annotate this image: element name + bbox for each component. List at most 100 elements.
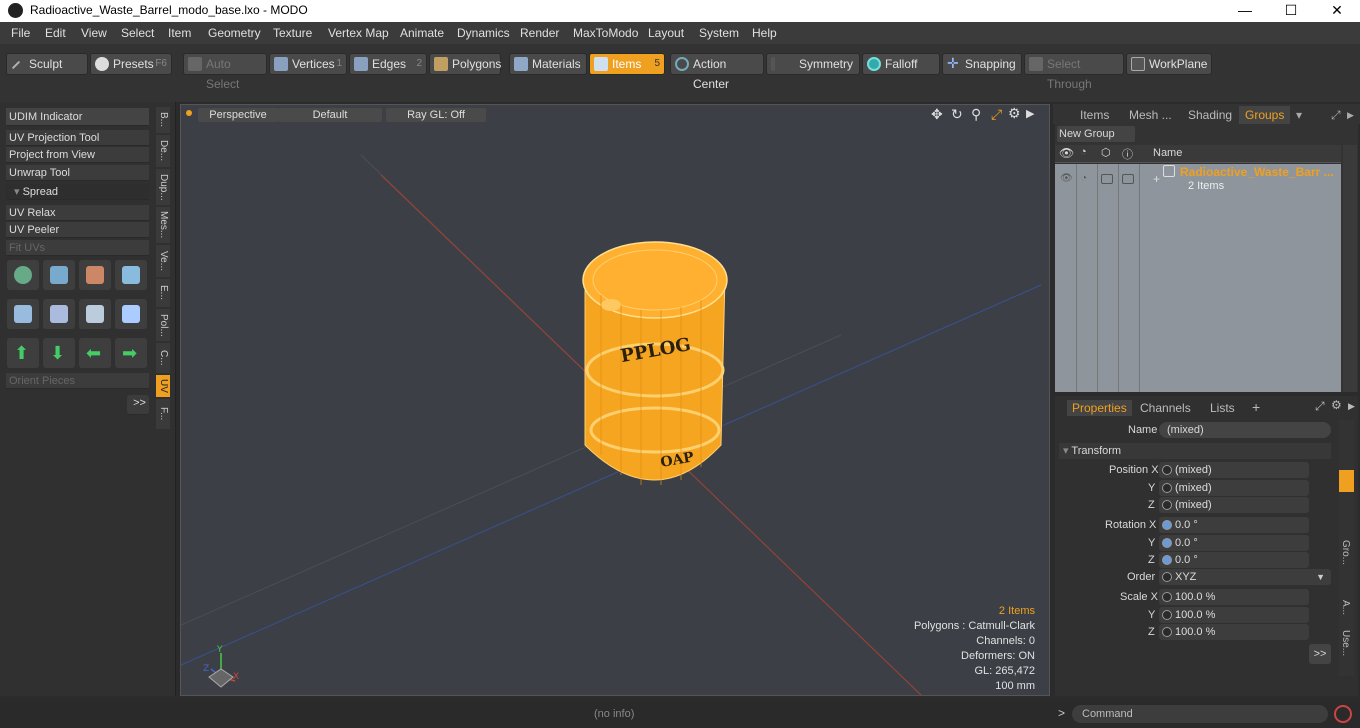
uv-relax-button[interactable]: UV Relax <box>6 205 149 221</box>
menu-file[interactable]: File <box>11 26 30 40</box>
scale-z-field[interactable]: 100.0 % <box>1159 624 1309 640</box>
channel-dot-icon[interactable] <box>1162 538 1172 548</box>
add-tab-icon[interactable]: + <box>1252 399 1260 415</box>
menu-geometry[interactable]: Geometry <box>208 26 261 40</box>
maximize-button[interactable]: ☐ <box>1268 0 1314 22</box>
tab-shading[interactable]: Shading <box>1188 106 1232 124</box>
vtab-duplicate[interactable]: Dup... <box>156 169 170 205</box>
uv-tool-5-button[interactable] <box>7 299 39 329</box>
presets-button[interactable]: Presets F6 <box>90 53 172 75</box>
new-group-button[interactable]: New Group <box>1057 126 1135 142</box>
visibility-column-icon[interactable]: 👁 <box>1059 146 1074 160</box>
close-button[interactable]: ✕ <box>1314 0 1360 22</box>
menu-select[interactable]: Select <box>121 26 154 40</box>
expand-plus-icon[interactable]: + <box>1153 172 1160 186</box>
record-icon[interactable] <box>1334 705 1352 723</box>
vtab-vertex[interactable]: Ve... <box>156 245 170 277</box>
uv-tool-3-button[interactable] <box>79 260 111 290</box>
side-tab-user[interactable]: Use... <box>1340 630 1351 656</box>
rotation-x-field[interactable]: 0.0 ° <box>1159 517 1309 533</box>
tab-mesh[interactable]: Mesh ... <box>1129 106 1172 124</box>
align-down-button[interactable]: ⬇ <box>43 338 75 368</box>
action-center-button[interactable]: Action Center <box>670 53 764 91</box>
menu-view[interactable]: View <box>81 26 107 40</box>
menu-item[interactable]: Item <box>168 26 191 40</box>
channel-dot-icon[interactable] <box>1162 483 1172 493</box>
channel-dot-icon[interactable] <box>1162 500 1172 510</box>
render-column-icon[interactable]: ◔ <box>1080 146 1087 158</box>
vtab-edge[interactable]: E... <box>156 279 170 307</box>
minimize-button[interactable]: — <box>1222 0 1268 22</box>
uv-tool-4-button[interactable] <box>115 260 147 290</box>
position-z-field[interactable]: (mixed) <box>1159 497 1309 513</box>
materials-button[interactable]: Materials <box>509 53 587 75</box>
lock-checkbox[interactable] <box>1101 174 1113 184</box>
groups-scrollbar[interactable] <box>1343 145 1357 392</box>
channel-dot-icon[interactable] <box>1162 555 1172 565</box>
uv-tool-8-button[interactable] <box>115 299 147 329</box>
channel-dot-icon[interactable] <box>1162 610 1172 620</box>
name-input[interactable]: (mixed) <box>1159 422 1331 438</box>
menu-texture[interactable]: Texture <box>273 26 312 40</box>
menu-maxtomodo[interactable]: MaxToModo <box>573 26 638 40</box>
tab-channels[interactable]: Channels <box>1140 401 1191 415</box>
align-up-button[interactable]: ⬆ <box>7 338 39 368</box>
vtab-fusion[interactable]: F... <box>156 399 170 429</box>
menu-animate[interactable]: Animate <box>400 26 444 40</box>
select-column-icon[interactable]: ⓘ <box>1122 146 1133 162</box>
3d-viewport[interactable]: Perspective Default Ray GL: Off ✥ ↻ ⚲ ⤢ … <box>180 104 1050 696</box>
vtab-uv[interactable]: UV <box>156 375 170 397</box>
tab-items[interactable]: Items <box>1080 106 1109 124</box>
spread-section[interactable]: ▾ Spread <box>6 184 149 200</box>
more-tools-button[interactable]: >> <box>127 395 149 415</box>
tab-dropdown-icon[interactable]: ▾ <box>1296 106 1302 124</box>
uv-peeler-button[interactable]: UV Peeler <box>6 222 149 238</box>
side-tab-groups[interactable]: Gro... <box>1340 540 1351 565</box>
falloff-button[interactable]: Falloff <box>862 53 940 75</box>
channel-dot-icon[interactable] <box>1162 627 1172 637</box>
rotation-z-field[interactable]: 0.0 ° <box>1159 552 1309 568</box>
props-gear-icon[interactable]: ⚙ <box>1331 398 1342 412</box>
vtab-polygon[interactable]: Pol... <box>156 309 170 341</box>
uv-tool-2-button[interactable] <box>43 260 75 290</box>
more-props-button[interactable]: >> <box>1309 644 1331 664</box>
select-through-button[interactable]: Select Through <box>1024 53 1124 91</box>
unwrap-tool-button[interactable]: Unwrap Tool <box>6 165 149 181</box>
polygons-button[interactable]: Polygons <box>429 53 501 75</box>
symmetry-button[interactable]: Symmetry <box>766 53 860 75</box>
channel-dot-icon[interactable] <box>1162 592 1172 602</box>
sculpt-button[interactable]: Sculpt <box>6 53 88 75</box>
menu-system[interactable]: System <box>699 26 739 40</box>
vtab-mesh-edit[interactable]: Mes... <box>156 207 170 243</box>
align-left-button[interactable]: ⬅ <box>79 338 111 368</box>
workplane-button[interactable]: WorkPlane <box>1126 53 1212 75</box>
menu-render[interactable]: Render <box>520 26 559 40</box>
command-input[interactable]: Command <box>1072 705 1328 723</box>
tab-properties[interactable]: Properties <box>1067 400 1132 416</box>
align-right-button[interactable]: ➡ <box>115 338 147 368</box>
expand-props-icon[interactable]: ⤢ <box>1315 399 1325 414</box>
render-icon[interactable]: ◔ <box>1081 173 1087 184</box>
items-button[interactable]: Items 5 <box>589 53 665 75</box>
barrel-mesh[interactable]: PPLOG OAP <box>582 241 728 485</box>
vtab-deform[interactable]: De... <box>156 135 170 167</box>
menu-dynamics[interactable]: Dynamics <box>457 26 510 40</box>
channel-dot-icon[interactable] <box>1162 465 1172 475</box>
uv-tool-6-button[interactable] <box>43 299 75 329</box>
scale-x-field[interactable]: 100.0 % <box>1159 589 1309 605</box>
vtab-basic[interactable]: B... <box>156 107 170 133</box>
edges-button[interactable]: Edges 2 <box>349 53 427 75</box>
channel-dot-icon[interactable] <box>1162 572 1172 582</box>
lock-column-icon[interactable]: ⬡ <box>1101 146 1111 159</box>
orient-pieces-button[interactable]: Orient Pieces <box>6 373 149 389</box>
position-y-field[interactable]: (mixed) <box>1159 480 1309 496</box>
scale-y-field[interactable]: 100.0 % <box>1159 607 1309 623</box>
fit-uvs-button[interactable]: Fit UVs <box>6 240 149 256</box>
uv-projection-tool-button[interactable]: UV Projection Tool <box>6 130 149 146</box>
rotation-y-field[interactable]: 0.0 ° <box>1159 535 1309 551</box>
project-from-view-button[interactable]: Project from View <box>6 147 149 163</box>
order-dropdown[interactable]: XYZ ▼ <box>1159 569 1331 585</box>
group-row[interactable]: 👁 ◔ + Radioactive_Waste_Barr ... 2 Items <box>1055 164 1341 196</box>
visibility-icon[interactable]: 👁 <box>1060 173 1073 184</box>
tab-groups[interactable]: Groups <box>1239 106 1291 124</box>
